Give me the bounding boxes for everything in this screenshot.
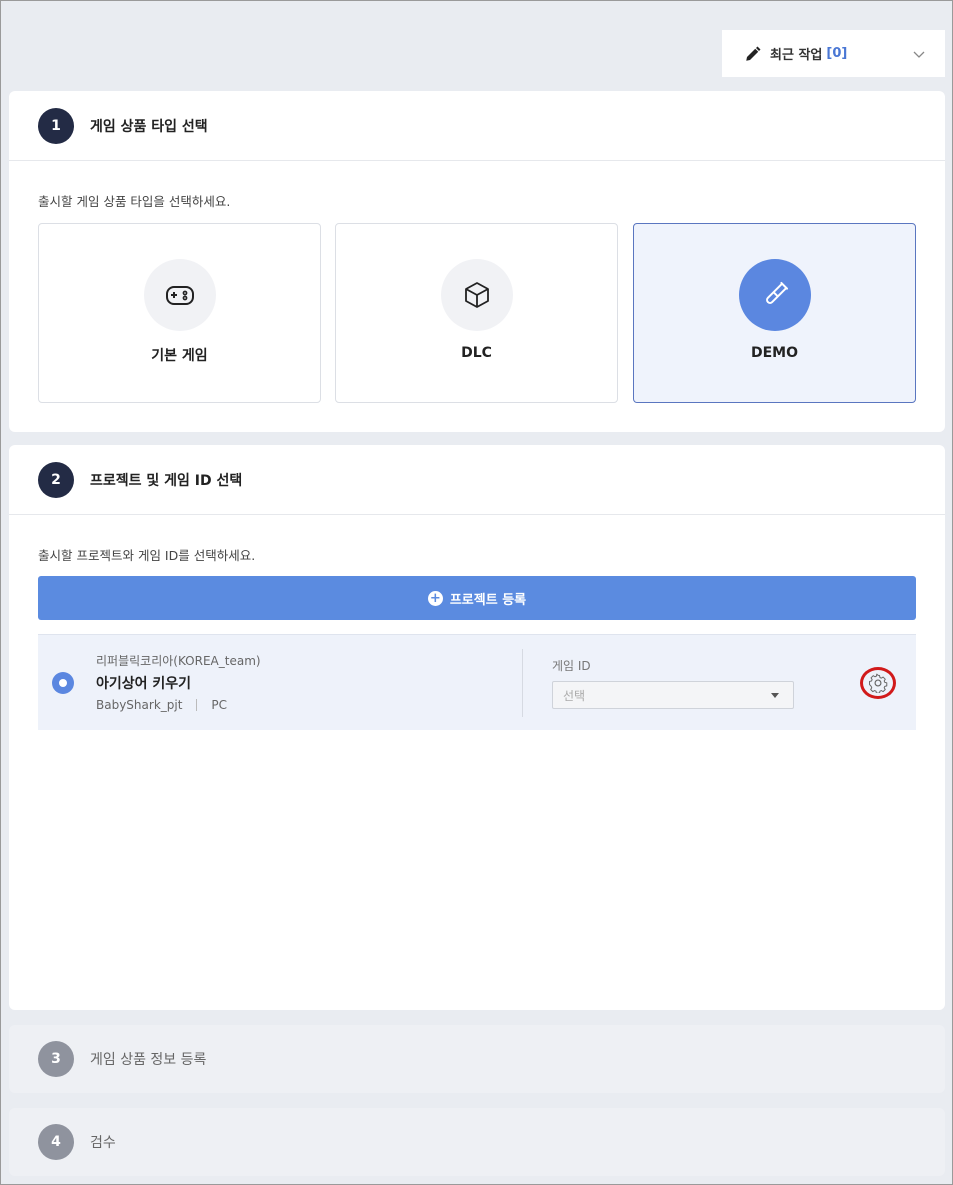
step3-title: 게임 상품 정보 등록 bbox=[90, 1052, 207, 1068]
step2-number: 2 bbox=[38, 461, 74, 498]
gear-icon bbox=[869, 673, 888, 693]
project-radio[interactable] bbox=[52, 672, 74, 694]
plus-circle-icon: + bbox=[427, 590, 443, 606]
project-meta: BabyShark_pjt PC bbox=[96, 698, 227, 712]
project-team: 리퍼블릭코리아(KOREA_team) bbox=[96, 654, 261, 668]
game-id-placeholder: 선택 bbox=[563, 688, 586, 703]
step2-header: 2 프로젝트 및 게임 ID 선택 bbox=[9, 445, 945, 515]
caret-down-icon bbox=[771, 693, 779, 698]
gamepad-icon bbox=[165, 286, 194, 305]
test-tube-icon bbox=[765, 281, 788, 304]
type-label-dlc: DLC bbox=[461, 345, 492, 361]
type-label-base-game: 기본 게임 bbox=[151, 348, 208, 364]
step1-card: 1 게임 상품 타입 선택 출시할 게임 상품 타입을 선택하세요. 기본 게임… bbox=[9, 91, 945, 432]
step3-card[interactable]: 3 게임 상품 정보 등록 bbox=[9, 1025, 945, 1093]
type-label-demo: DEMO bbox=[750, 345, 799, 361]
step4-title: 검수 bbox=[90, 1135, 116, 1151]
type-option-dlc[interactable]: DLC bbox=[335, 223, 618, 403]
step4-card[interactable]: 4 검수 bbox=[9, 1108, 945, 1176]
project-row[interactable]: 리퍼블릭코리아(KOREA_team) 아기상어 키우기 BabyShark_p… bbox=[38, 634, 916, 730]
chevron-down-icon bbox=[913, 51, 925, 58]
step4-number: 4 bbox=[38, 1124, 74, 1160]
type-icon-circle bbox=[440, 259, 513, 331]
game-id-label: 게임 ID bbox=[552, 659, 591, 673]
step2-description: 출시할 프로젝트와 게임 ID를 선택하세요. bbox=[38, 548, 256, 563]
game-id-select[interactable]: 선택 bbox=[552, 681, 794, 709]
step3-header: 3 게임 상품 정보 등록 bbox=[9, 1025, 945, 1093]
vertical-divider bbox=[522, 649, 523, 717]
pencil-icon bbox=[746, 46, 761, 61]
project-settings-button[interactable] bbox=[860, 667, 896, 699]
step1-title: 게임 상품 타입 선택 bbox=[90, 118, 208, 135]
step3-number: 3 bbox=[38, 1041, 74, 1077]
meta-divider bbox=[196, 699, 198, 711]
project-platform: PC bbox=[211, 698, 228, 712]
recent-work-count: [0] bbox=[826, 46, 848, 61]
project-name: 아기상어 키우기 bbox=[96, 676, 192, 692]
step1-header: 1 게임 상품 타입 선택 bbox=[9, 91, 945, 161]
project-code: BabyShark_pjt bbox=[96, 698, 183, 712]
type-icon-circle bbox=[738, 259, 811, 331]
type-option-demo[interactable]: DEMO bbox=[633, 223, 916, 403]
register-project-label: 프로젝트 등록 bbox=[449, 592, 527, 608]
step4-header: 4 검수 bbox=[9, 1108, 945, 1176]
type-icon-circle bbox=[143, 259, 216, 331]
step2-title: 프로젝트 및 게임 ID 선택 bbox=[90, 472, 243, 489]
register-project-button[interactable]: + 프로젝트 등록 bbox=[38, 576, 916, 620]
step2-card: 2 프로젝트 및 게임 ID 선택 출시할 프로젝트와 게임 ID를 선택하세요… bbox=[9, 445, 945, 1010]
box-icon bbox=[464, 282, 489, 308]
step1-number: 1 bbox=[38, 107, 74, 144]
type-option-base-game[interactable]: 기본 게임 bbox=[38, 223, 321, 403]
recent-work-button[interactable]: 최근 작업 [0] bbox=[722, 30, 945, 77]
recent-work-label: 최근 작업 bbox=[770, 48, 823, 63]
step1-description: 출시할 게임 상품 타입을 선택하세요. bbox=[38, 194, 231, 209]
